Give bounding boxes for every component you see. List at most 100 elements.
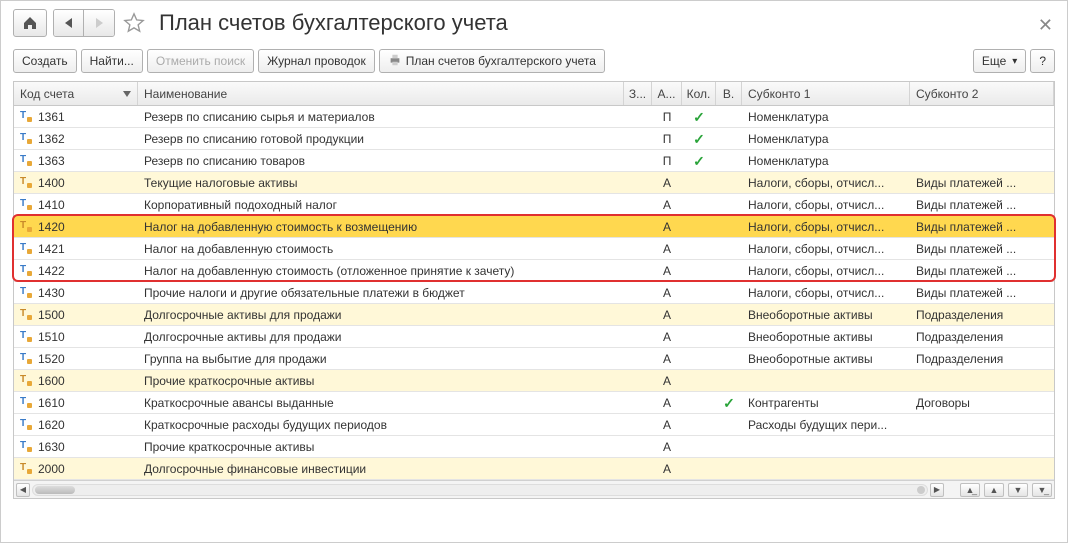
cell-a: П: [652, 128, 682, 149]
cell-kol: [682, 260, 716, 281]
code-text: 1421: [38, 242, 65, 256]
col-sub1-header[interactable]: Субконто 1: [742, 82, 910, 105]
cell-kol: ✓: [682, 106, 716, 127]
help-button[interactable]: ?: [1030, 49, 1055, 73]
table-row[interactable]: 1610Краткосрочные авансы выданныеА✓Контр…: [14, 392, 1054, 414]
home-button[interactable]: [13, 9, 47, 37]
cell-z: [624, 150, 652, 171]
code-text: 1600: [38, 374, 65, 388]
cell-a: А: [652, 282, 682, 303]
cell-kol: [682, 370, 716, 391]
close-button[interactable]: ✕: [1038, 15, 1053, 36]
cell-name: Прочие краткосрочные активы: [138, 436, 624, 457]
table-row[interactable]: 1600Прочие краткосрочные активыА: [14, 370, 1054, 392]
table-row[interactable]: 1500Долгосрочные активы для продажиАВнео…: [14, 304, 1054, 326]
scroll-left-button[interactable]: ◀: [16, 483, 30, 497]
journal-button[interactable]: Журнал проводок: [258, 49, 375, 73]
cell-code: 1620: [14, 414, 138, 435]
table-row[interactable]: 1363Резерв по списанию товаровП✓Номенкла…: [14, 150, 1054, 172]
header-bar: План счетов бухгалтерского учета ✕: [1, 1, 1067, 45]
cell-code: 1410: [14, 194, 138, 215]
cell-v: [716, 238, 742, 259]
scroll-right-button[interactable]: ▶: [930, 483, 944, 497]
cell-sub2: Подразделения: [910, 348, 1054, 369]
col-kol-header[interactable]: Кол.: [682, 82, 716, 105]
table-row[interactable]: 1421Налог на добавленную стоимостьАНалог…: [14, 238, 1054, 260]
cell-a: А: [652, 414, 682, 435]
table-row[interactable]: 1630Прочие краткосрочные активыА: [14, 436, 1054, 458]
cell-sub2: [910, 370, 1054, 391]
cell-v: [716, 260, 742, 281]
cell-code: 1600: [14, 370, 138, 391]
table-row[interactable]: 1422Налог на добавленную стоимость (отло…: [14, 260, 1054, 282]
check-icon: ✓: [723, 396, 735, 410]
cell-sub2: [910, 414, 1054, 435]
arrow-right-icon: [92, 17, 106, 29]
cell-kol: [682, 282, 716, 303]
cell-sub1: Налоги, сборы, отчисл...: [742, 194, 910, 215]
cell-sub1: [742, 436, 910, 457]
favorite-button[interactable]: [121, 10, 147, 36]
cell-z: [624, 260, 652, 281]
col-code-header[interactable]: Код счета: [14, 82, 138, 105]
col-sub2-header[interactable]: Субконто 2: [910, 82, 1054, 105]
back-button[interactable]: [54, 10, 84, 36]
table-row[interactable]: 1362Резерв по списанию готовой продукции…: [14, 128, 1054, 150]
cell-name: Краткосрочные расходы будущих периодов: [138, 414, 624, 435]
cell-sub1: Налоги, сборы, отчисл...: [742, 260, 910, 281]
table-row[interactable]: 1410Корпоративный подоходный налогАНалог…: [14, 194, 1054, 216]
create-button[interactable]: Создать: [13, 49, 77, 73]
cell-z: [624, 238, 652, 259]
code-text: 2000: [38, 462, 65, 476]
table-row[interactable]: 1620Краткосрочные расходы будущих период…: [14, 414, 1054, 436]
col-a-header[interactable]: А...: [652, 82, 682, 105]
cell-a: П: [652, 150, 682, 171]
col-z-header[interactable]: З...: [624, 82, 652, 105]
table-row[interactable]: 2000Долгосрочные финансовые инвестицииА: [14, 458, 1054, 480]
cell-v: [716, 458, 742, 479]
go-bottom-button[interactable]: ▼̲: [1032, 483, 1052, 497]
cell-kol: [682, 414, 716, 435]
more-button[interactable]: Еще ▾: [973, 49, 1026, 73]
cell-a: А: [652, 216, 682, 237]
cell-sub2: Договоры: [910, 392, 1054, 413]
table-row[interactable]: 1510Долгосрочные активы для продажиАВнео…: [14, 326, 1054, 348]
account-icon: [20, 265, 34, 277]
cell-kol: [682, 348, 716, 369]
go-up-button[interactable]: ▲: [984, 483, 1004, 497]
cell-sub1: [742, 370, 910, 391]
cell-a: П: [652, 106, 682, 127]
col-name-header[interactable]: Наименование: [138, 82, 624, 105]
cell-code: 1630: [14, 436, 138, 457]
scroll-thumb[interactable]: [35, 486, 75, 494]
cell-v: [716, 326, 742, 347]
go-top-button[interactable]: ▲̲: [960, 483, 980, 497]
cell-v: [716, 414, 742, 435]
cancel-search-button[interactable]: Отменить поиск: [147, 49, 254, 73]
scroll-track[interactable]: [32, 484, 928, 496]
table-row[interactable]: 1400Текущие налоговые активыАНалоги, сбо…: [14, 172, 1054, 194]
cell-sub1: [742, 458, 910, 479]
col-v-header[interactable]: В.: [716, 82, 742, 105]
cell-z: [624, 436, 652, 457]
cell-code: 1430: [14, 282, 138, 303]
toolbar: Создать Найти... Отменить поиск Журнал п…: [1, 45, 1067, 81]
cell-sub2: Подразделения: [910, 304, 1054, 325]
find-button[interactable]: Найти...: [81, 49, 143, 73]
table-row[interactable]: 1420Налог на добавленную стоимость к воз…: [14, 216, 1054, 238]
table-row[interactable]: 1361Резерв по списанию сырья и материало…: [14, 106, 1054, 128]
cell-v: [716, 348, 742, 369]
table-row[interactable]: 1520Группа на выбытие для продажиАВнеобо…: [14, 348, 1054, 370]
scroll-end-marker: [917, 486, 925, 494]
go-down-button[interactable]: ▼: [1008, 483, 1028, 497]
print-button[interactable]: План счетов бухгалтерского учета: [379, 49, 605, 73]
cell-name: Долгосрочные активы для продажи: [138, 304, 624, 325]
code-text: 1430: [38, 286, 65, 300]
cell-sub2: Виды платежей ...: [910, 260, 1054, 281]
cell-a: А: [652, 348, 682, 369]
horizontal-scrollbar: ◀ ▶ ▲̲ ▲ ▼ ▼̲: [14, 480, 1054, 498]
cell-z: [624, 282, 652, 303]
forward-button[interactable]: [84, 10, 114, 36]
table-row[interactable]: 1430Прочие налоги и другие обязательные …: [14, 282, 1054, 304]
cell-code: 1422: [14, 260, 138, 281]
